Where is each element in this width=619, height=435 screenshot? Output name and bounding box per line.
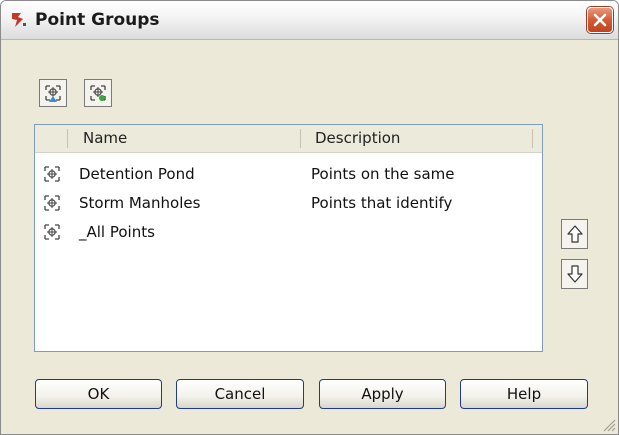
- dialog-title: Point Groups: [35, 10, 160, 30]
- list-item-description: Points on the same: [311, 165, 455, 183]
- point-groups-dialog: Point Groups Name Description Detention …: [0, 0, 619, 435]
- point-group-properties-icon: [45, 85, 61, 102]
- list-item-description: Points that identify: [311, 194, 453, 212]
- list-header: Name Description: [35, 125, 542, 153]
- column-header-description[interactable]: Description: [315, 125, 400, 152]
- point-group-icon: [44, 166, 60, 182]
- list-item[interactable]: Detention Pond Points on the same: [35, 162, 542, 188]
- app-icon: [12, 13, 26, 27]
- point-group-icon: [44, 195, 60, 211]
- move-down-button[interactable]: [561, 259, 588, 289]
- apply-button[interactable]: Apply: [319, 379, 446, 409]
- arrow-down-icon: [567, 265, 583, 283]
- list-item-name: Detention Pond: [79, 165, 195, 183]
- update-point-groups-button[interactable]: [84, 79, 112, 107]
- column-separator[interactable]: [532, 129, 533, 148]
- close-button[interactable]: [587, 7, 613, 33]
- move-up-button[interactable]: [561, 219, 588, 249]
- title-bar[interactable]: Point Groups: [1, 1, 618, 40]
- close-icon: [593, 13, 607, 27]
- list-item-name: _All Points: [79, 223, 155, 241]
- resize-grip-icon[interactable]: [602, 418, 616, 432]
- help-button[interactable]: Help: [460, 379, 588, 409]
- list-item-name: Storm Manholes: [79, 194, 201, 212]
- column-separator[interactable]: [300, 129, 301, 148]
- point-group-properties-button[interactable]: [39, 79, 67, 107]
- arrow-up-icon: [567, 225, 583, 243]
- column-header-name[interactable]: Name: [83, 125, 127, 152]
- column-separator[interactable]: [67, 129, 68, 148]
- ok-button[interactable]: OK: [35, 379, 162, 409]
- point-groups-list[interactable]: Name Description Detention Pond Points o…: [34, 124, 543, 352]
- update-point-groups-icon: [90, 85, 106, 101]
- point-group-icon: [44, 224, 60, 240]
- list-item[interactable]: Storm Manholes Points that identify: [35, 191, 542, 217]
- cancel-button[interactable]: Cancel: [176, 379, 304, 409]
- list-item[interactable]: _All Points: [35, 220, 542, 246]
